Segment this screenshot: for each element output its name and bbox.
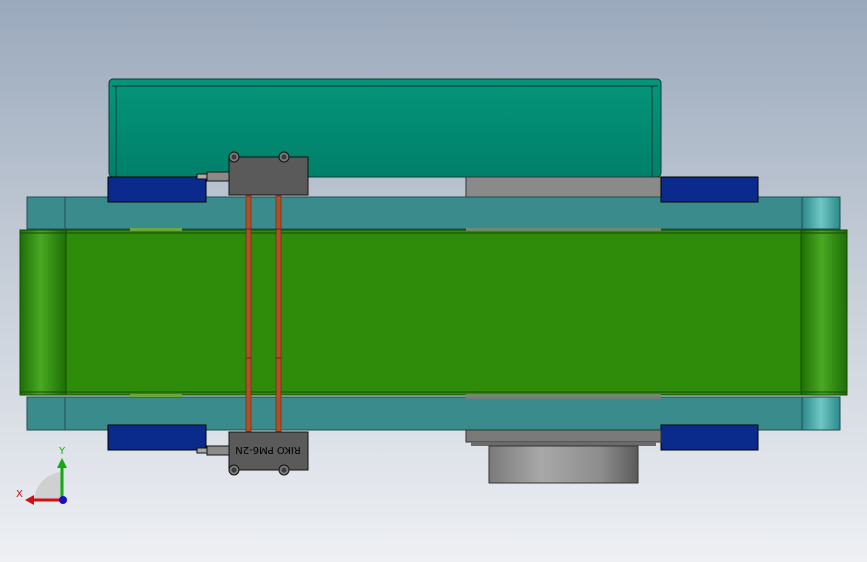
proximity-sensor-bottom[interactable]: RIKO PM6-2N — [196, 431, 309, 476]
conveyor-belt — [19, 228, 848, 397]
mount-block-bottom-right — [660, 424, 759, 451]
hopper-guard — [108, 78, 662, 178]
x-axis-label: X — [16, 489, 23, 500]
drive-motor — [465, 429, 662, 484]
mount-block-top-right — [660, 176, 759, 203]
y-axis-label: Y — [58, 446, 66, 457]
coordinate-triad[interactable]: Y X — [16, 446, 67, 505]
center-plate-top — [465, 176, 662, 198]
mount-block-top-left — [107, 176, 207, 203]
mount-block-bottom-left — [107, 424, 207, 451]
cad-viewport[interactable]: RIKO PM6-2N Y X — [0, 0, 867, 562]
z-axis-icon — [59, 496, 67, 504]
sensor-model-label: RIKO PM6-2N — [235, 444, 300, 455]
triad-plane-icon — [34, 472, 62, 500]
